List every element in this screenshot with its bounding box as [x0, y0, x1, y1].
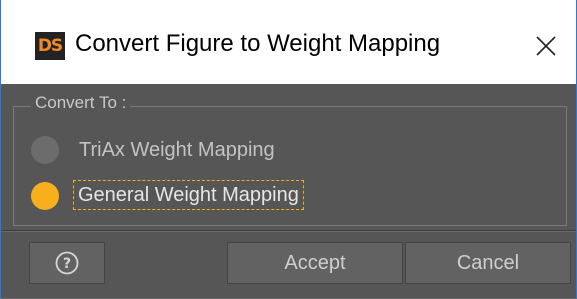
divider-highlight — [1, 231, 576, 232]
dialog-content: Convert To : TriAx Weight Mapping Genera… — [1, 84, 576, 298]
general-weight-mapping-radio[interactable] — [31, 182, 59, 210]
cancel-button[interactable]: Cancel — [405, 242, 571, 284]
close-icon — [536, 36, 556, 56]
convert-figure-dialog: DS Convert Figure to Weight Mapping Conv… — [0, 0, 577, 299]
svg-text:?: ? — [63, 256, 71, 272]
accept-button[interactable]: Accept — [227, 242, 403, 284]
title-bar[interactable]: DS Convert Figure to Weight Mapping — [1, 0, 576, 84]
dialog-title: Convert Figure to Weight Mapping — [75, 30, 441, 57]
help-button[interactable]: ? — [29, 242, 105, 284]
close-button[interactable] — [528, 28, 564, 64]
question-icon: ? — [55, 251, 79, 275]
daz-studio-app-icon: DS — [35, 32, 65, 60]
general-weight-mapping-label[interactable]: General Weight Mapping — [73, 180, 304, 210]
convert-to-group-title: Convert To : — [31, 92, 131, 114]
triax-weight-mapping-label[interactable]: TriAx Weight Mapping — [79, 138, 275, 162]
triax-weight-mapping-radio[interactable] — [31, 136, 59, 164]
